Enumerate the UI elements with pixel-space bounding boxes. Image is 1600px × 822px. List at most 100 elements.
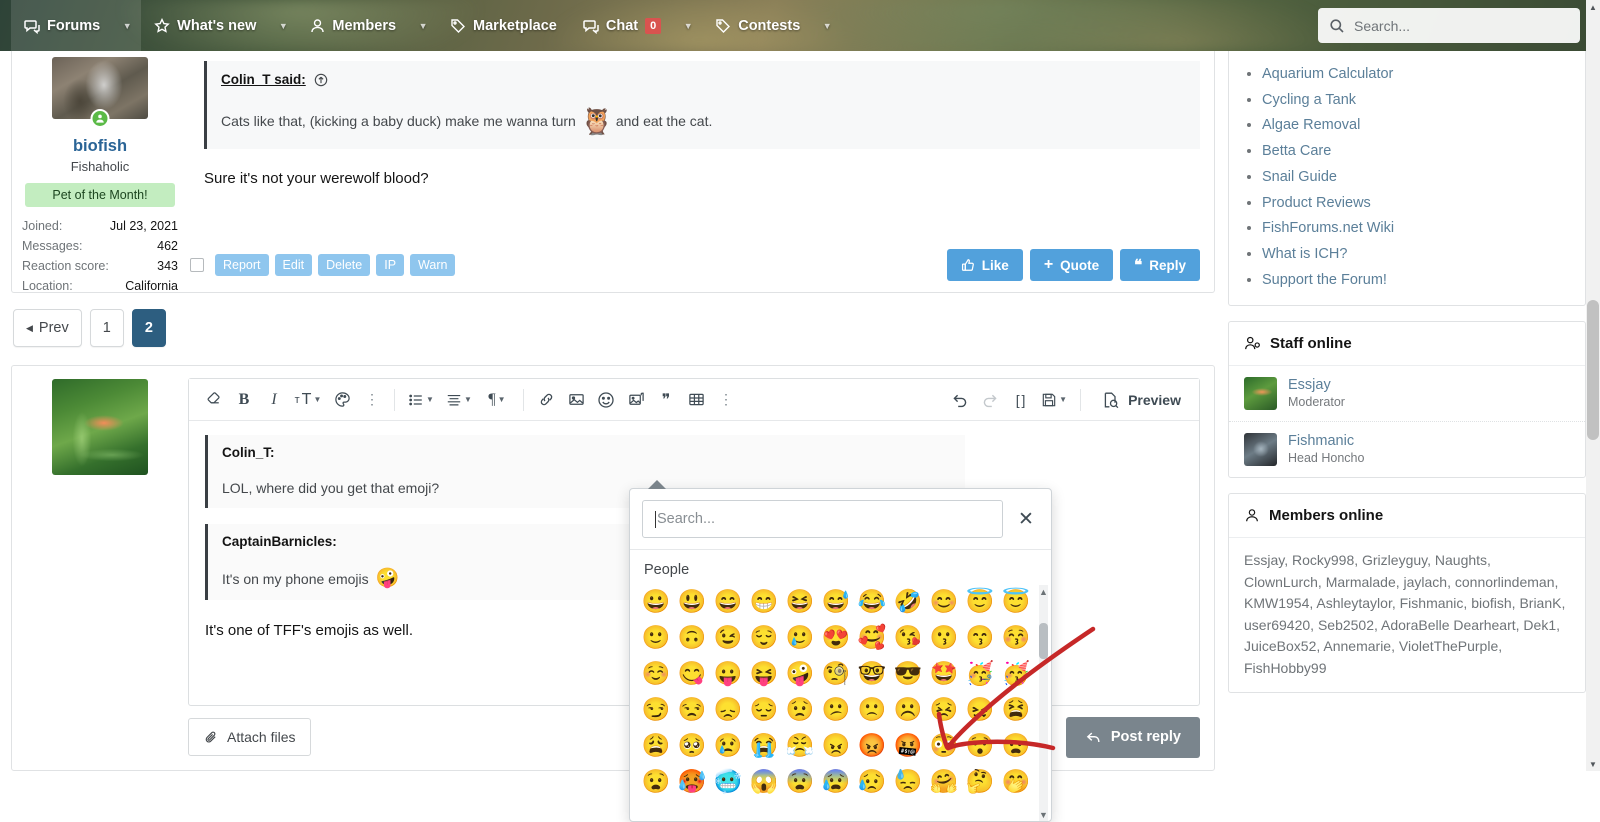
scroll-up-arrow-icon[interactable]: ▲ xyxy=(1037,585,1050,598)
emoji-cell[interactable]: 🧐 xyxy=(820,657,852,689)
nav-caret-contests[interactable]: ▼ xyxy=(813,0,841,51)
page-scrollbar-thumb[interactable] xyxy=(1587,300,1599,440)
media-icon[interactable] xyxy=(621,385,651,415)
emoji-cell[interactable]: 😇 xyxy=(1000,585,1032,617)
nav-item-members[interactable]: Members xyxy=(297,0,409,51)
emoji-cell[interactable]: 😩 xyxy=(640,729,672,761)
resource-link[interactable]: Algae Removal xyxy=(1262,117,1360,133)
scroll-down-arrow-icon[interactable]: ▼ xyxy=(1037,808,1050,821)
staff-name[interactable]: Essjay xyxy=(1288,376,1345,394)
nav-item-forums[interactable]: Forums xyxy=(11,0,114,51)
emoji-search-input[interactable]: Search... xyxy=(642,500,1003,538)
emoji-cell[interactable]: 🤪 xyxy=(784,657,816,689)
emoji-cell[interactable]: 😔 xyxy=(748,693,780,725)
emoji-cell[interactable]: 🥶 xyxy=(712,765,744,797)
remove-formatting-icon[interactable] xyxy=(199,385,229,415)
nav-caret-chat[interactable]: ▼ xyxy=(674,0,702,51)
emoji-cell[interactable]: 😡 xyxy=(856,729,888,761)
emoji-cell[interactable]: 😒 xyxy=(676,693,708,725)
emoji-cell[interactable]: 😞 xyxy=(712,693,744,725)
reply-button[interactable]: ❝ Reply xyxy=(1120,249,1200,281)
emoji-cell[interactable]: 😇 xyxy=(964,585,996,617)
page-scroll-down-icon[interactable]: ▼ xyxy=(1586,757,1600,771)
emoji-cell[interactable]: 🥵 xyxy=(676,765,708,797)
like-button[interactable]: Like xyxy=(946,249,1023,281)
emoji-cell[interactable]: 🥰 xyxy=(856,621,888,653)
resource-link[interactable]: Cycling a Tank xyxy=(1262,92,1356,108)
nav-item-contests[interactable]: Contests xyxy=(702,0,813,51)
staff-avatar[interactable] xyxy=(1244,377,1277,410)
emoji-cell[interactable]: 😯 xyxy=(964,729,996,761)
emoji-cell[interactable]: 🤣 xyxy=(892,585,924,617)
emoji-cell[interactable]: 🙃 xyxy=(676,621,708,653)
nav-caret-members[interactable]: ▼ xyxy=(409,0,437,51)
bbcode-icon[interactable]: [ ] xyxy=(1005,385,1035,415)
emoji-cell[interactable]: 🤬 xyxy=(892,729,924,761)
emoji-cell[interactable]: 😂 xyxy=(856,585,888,617)
emoji-cell[interactable]: 😨 xyxy=(784,765,816,797)
emoji-cell[interactable]: 😅 xyxy=(820,585,852,617)
table-icon[interactable] xyxy=(681,385,711,415)
emoji-cell[interactable]: 🤩 xyxy=(928,657,960,689)
resource-link[interactable]: FishForums.net Wiki xyxy=(1262,220,1394,236)
nav-caret-forums[interactable]: ▼ xyxy=(113,0,142,51)
quote-author-link[interactable]: Colin_T said: xyxy=(221,72,306,87)
current-user-avatar[interactable] xyxy=(52,379,148,475)
emoji-cell[interactable]: 🥲 xyxy=(784,621,816,653)
staff-name[interactable]: Fishmanic xyxy=(1288,432,1364,450)
more-inline-tools-icon[interactable]: ⋮ xyxy=(357,385,387,415)
emoji-cell[interactable]: 😖 xyxy=(964,693,996,725)
report-button[interactable]: Report xyxy=(215,254,269,276)
emoji-cell[interactable]: 😫 xyxy=(1000,693,1032,725)
resource-link[interactable]: Betta Care xyxy=(1262,143,1331,159)
emoji-cell[interactable]: 😁 xyxy=(748,585,780,617)
emoji-cell[interactable]: 🤗 xyxy=(928,765,960,797)
emoji-cell[interactable]: 😰 xyxy=(820,765,852,797)
header-search-input[interactable]: Search... xyxy=(1318,8,1580,43)
nav-item-marketplace[interactable]: Marketplace xyxy=(437,0,570,51)
staff-avatar[interactable] xyxy=(1244,433,1277,466)
delete-button[interactable]: Delete xyxy=(318,254,371,276)
italic-icon[interactable]: I xyxy=(259,385,289,415)
post-author-name[interactable]: biofish xyxy=(22,137,178,156)
emoji-cell[interactable]: 😟 xyxy=(784,693,816,725)
emoji-cell[interactable]: 🥳 xyxy=(1000,657,1032,689)
emoji-cell[interactable]: 😌 xyxy=(748,621,780,653)
redo-icon[interactable] xyxy=(975,385,1005,415)
link-icon[interactable] xyxy=(531,385,561,415)
emoji-cell[interactable]: 😀 xyxy=(640,585,672,617)
resource-link[interactable]: Product Reviews xyxy=(1262,195,1371,211)
emoji-cell[interactable]: 😓 xyxy=(892,765,924,797)
emoji-cell[interactable]: 😕 xyxy=(820,693,852,725)
emoji-cell[interactable]: 😠 xyxy=(820,729,852,761)
close-icon[interactable]: ✕ xyxy=(1013,506,1039,532)
emoji-cell[interactable]: 😎 xyxy=(892,657,924,689)
nav-item-whats-new[interactable]: What's new xyxy=(141,0,269,51)
emoji-cell[interactable]: 😦 xyxy=(1000,729,1032,761)
emoji-cell[interactable]: 😍 xyxy=(820,621,852,653)
page-scroll-up-icon[interactable]: ▲ xyxy=(1586,0,1600,14)
warn-button[interactable]: Warn xyxy=(410,254,456,276)
emoji-cell[interactable]: 😥 xyxy=(856,765,888,797)
emoji-cell[interactable]: 🥳 xyxy=(964,657,996,689)
emoji-cell[interactable]: 😗 xyxy=(928,621,960,653)
pagination-prev[interactable]: ◀ Prev xyxy=(13,309,82,347)
quote-icon[interactable]: ❞ xyxy=(651,385,681,415)
emoji-cell[interactable]: 😆 xyxy=(784,585,816,617)
ip-button[interactable]: IP xyxy=(376,254,405,276)
emoji-cell[interactable]: 😙 xyxy=(964,621,996,653)
emoji-cell[interactable]: 😉 xyxy=(712,621,744,653)
emoji-cell[interactable]: ☺️ xyxy=(640,657,672,689)
undo-icon[interactable] xyxy=(945,385,975,415)
preview-button[interactable]: Preview xyxy=(1094,385,1189,415)
emoji-cell[interactable]: 😘 xyxy=(892,621,924,653)
nav-item-chat[interactable]: Chat 0 xyxy=(570,0,674,51)
draft-icon[interactable]: ▼ xyxy=(1035,385,1073,415)
page-scrollbar-track[interactable]: ▲ ▼ xyxy=(1586,0,1600,771)
members-online-list[interactable]: Essjay, Rocky998, Grizleyguy, Naughts, C… xyxy=(1229,538,1585,692)
emoji-cell[interactable]: 😢 xyxy=(712,729,744,761)
emoji-cell[interactable]: 🤭 xyxy=(1000,765,1032,797)
pagination-page-2[interactable]: 2 xyxy=(131,309,166,347)
resource-link[interactable]: Aquarium Calculator xyxy=(1262,66,1393,82)
paragraph-icon[interactable]: ¶ ▼ xyxy=(478,385,516,415)
